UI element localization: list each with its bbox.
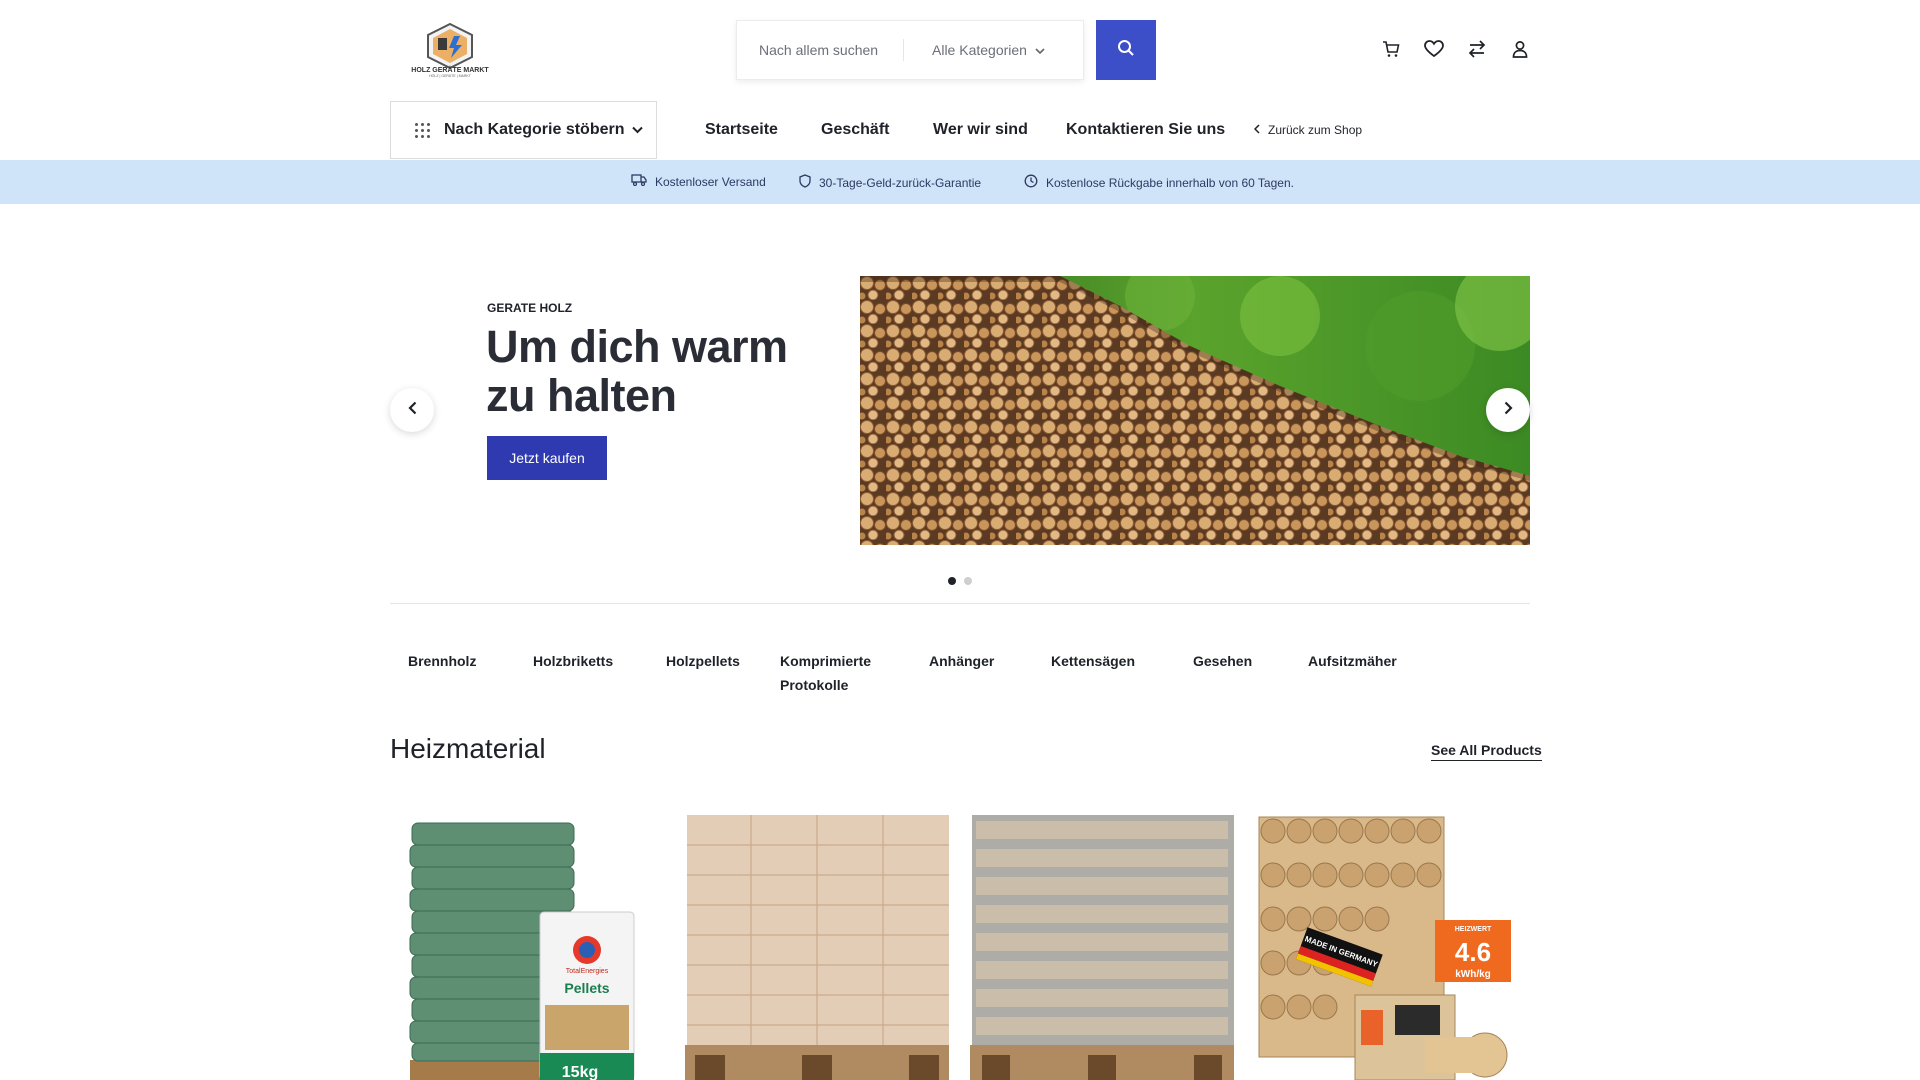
section-title: Heizmaterial bbox=[390, 733, 546, 764]
carousel-dot-2[interactable] bbox=[964, 577, 972, 585]
info-free-return: Kostenlose Rückgabe innerhalb von 60 Tag… bbox=[1024, 174, 1294, 191]
chevron-left-icon bbox=[1253, 123, 1260, 137]
hero-subtitle: GERATE HOLZ bbox=[487, 301, 573, 315]
clock-icon bbox=[1024, 174, 1038, 191]
see-all-products-link[interactable]: See All Products bbox=[1431, 742, 1542, 761]
nav-link-startseite[interactable]: Startseite bbox=[705, 121, 778, 139]
chevron-down-icon bbox=[632, 121, 644, 139]
carousel-dot-1[interactable] bbox=[948, 577, 956, 585]
search-input[interactable]: Nach allem suchen bbox=[737, 42, 903, 58]
carousel-next-button[interactable] bbox=[1486, 388, 1530, 432]
shop-now-button[interactable]: Jetzt kaufen bbox=[487, 436, 607, 480]
info-free-shipping: Kostenloser Versand bbox=[631, 174, 766, 189]
search-bar: Nach allem suchen Alle Kategorien bbox=[736, 20, 1084, 80]
nav-link-wer-wir-sind[interactable]: Wer wir sind bbox=[933, 121, 1028, 139]
info-money-back: 30-Tage-Geld-zurück-Garantie bbox=[799, 174, 981, 191]
chevron-down-icon bbox=[1035, 42, 1045, 58]
search-button[interactable] bbox=[1096, 20, 1156, 80]
heart-icon[interactable] bbox=[1423, 38, 1445, 60]
hero-title: Um dich warm zu halten bbox=[486, 321, 788, 421]
svg-text:15kg: 15kg bbox=[562, 1064, 598, 1080]
category-tab[interactable]: Anhänger bbox=[929, 649, 994, 673]
category-tab[interactable]: Aufsitzmäher bbox=[1308, 649, 1397, 673]
product-image-briquettes-pallet[interactable] bbox=[685, 815, 949, 1080]
carousel-prev-button[interactable] bbox=[390, 388, 434, 432]
svg-text:4.6: 4.6 bbox=[1455, 937, 1491, 967]
svg-text:HOLZ | GERÄTE | MARKT: HOLZ | GERÄTE | MARKT bbox=[429, 74, 472, 78]
compare-icon[interactable] bbox=[1466, 38, 1488, 60]
category-tab[interactable]: Holzbriketts bbox=[533, 649, 613, 673]
chevron-right-icon bbox=[1504, 401, 1513, 420]
svg-text:TotalEnergies: TotalEnergies bbox=[566, 968, 609, 975]
category-select-label: Alle Kategorien bbox=[932, 42, 1027, 58]
shield-icon bbox=[799, 174, 811, 191]
grid-icon bbox=[415, 122, 430, 138]
search-icon bbox=[1117, 39, 1135, 62]
chevron-left-icon bbox=[407, 401, 417, 420]
product-image-compressed-logs[interactable]: MADE IN GERMANY HEIZWERT 4.6 kWh/kg bbox=[1255, 815, 1519, 1080]
back-to-shop-link[interactable]: Zurück zum Shop bbox=[1253, 123, 1363, 137]
truck-icon bbox=[631, 174, 647, 189]
svg-text:Pellets: Pellets bbox=[564, 980, 609, 996]
info-text: 30-Tage-Geld-zurück-Garantie bbox=[819, 175, 982, 190]
product-image-wrapped-briquettes[interactable] bbox=[970, 815, 1234, 1080]
browse-categories-button[interactable]: Nach Kategorie stöbern bbox=[390, 101, 657, 159]
svg-text:HEIZWERT: HEIZWERT bbox=[1455, 926, 1492, 933]
svg-text:HOLZ GERÄTE MARKT: HOLZ GERÄTE MARKT bbox=[411, 66, 489, 74]
svg-text:kWh/kg: kWh/kg bbox=[1455, 969, 1491, 980]
product-image-pellets[interactable]: TotalEnergies Pellets 15kg bbox=[400, 815, 664, 1080]
back-to-shop-label: Zurück zum Shop bbox=[1268, 123, 1363, 137]
info-text: Kostenloser Versand bbox=[655, 174, 766, 189]
info-text: Kostenlose Rückgabe innerhalb von 60 Tag… bbox=[1046, 175, 1294, 190]
category-tab[interactable]: Komprimierte Protokolle bbox=[780, 649, 890, 697]
nav-link-kontakt[interactable]: Kontaktieren Sie uns bbox=[1066, 121, 1225, 139]
category-tab[interactable]: Holzpellets bbox=[666, 649, 740, 673]
user-icon[interactable] bbox=[1509, 38, 1531, 60]
category-select[interactable]: Alle Kategorien bbox=[904, 42, 1045, 58]
browse-label: Nach Kategorie stöbern bbox=[444, 121, 625, 138]
section-divider bbox=[390, 603, 1530, 604]
category-tab[interactable]: Kettensägen bbox=[1051, 649, 1135, 673]
cart-icon[interactable] bbox=[1380, 38, 1402, 60]
hero-image-log-pile bbox=[860, 276, 1530, 545]
category-tab[interactable]: Gesehen bbox=[1193, 649, 1252, 673]
category-tab[interactable]: Brennholz bbox=[408, 649, 476, 673]
logo[interactable]: HOLZ GERÄTE MARKT HOLZ | GERÄTE | MARKT bbox=[394, 20, 506, 78]
nav-link-geschaeft[interactable]: Geschäft bbox=[821, 121, 889, 139]
